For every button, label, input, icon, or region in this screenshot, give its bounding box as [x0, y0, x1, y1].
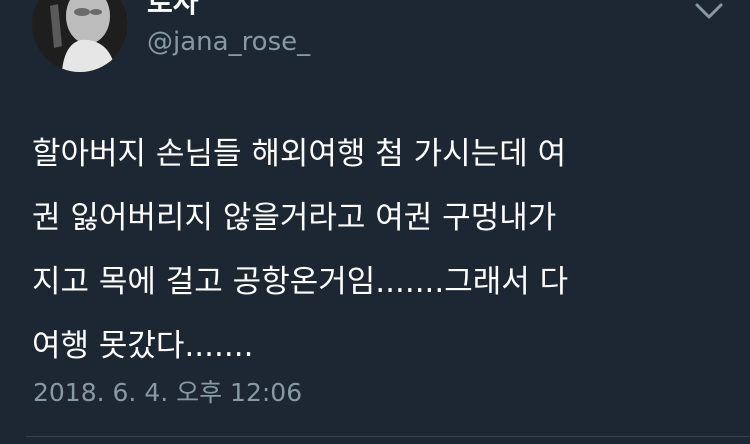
divider	[26, 436, 750, 437]
avatar[interactable]	[32, 0, 128, 72]
tweet-card: 로사 @jana_rose_ 할아버지 손님들 해외여행 첨 가시는데 여 권 …	[0, 0, 750, 444]
chevron-down-icon[interactable]	[692, 0, 726, 24]
tweet-text-line: 지고 목에 걸고 공항온거임.......그래서 다	[32, 264, 569, 300]
avatar-image	[32, 0, 128, 72]
tweet-text-line: 할아버지 손님들 해외여행 첨 가시는데 여	[32, 136, 567, 172]
display-name[interactable]: 로사	[147, 0, 199, 20]
tweet-timestamp[interactable]: 2018. 6. 4. 오후 12:06	[33, 376, 302, 410]
tweet-text: 할아버지 손님들 해외여행 첨 가시는데 여 권 잃어버리지 않을거라고 여권 …	[32, 122, 722, 378]
tweet-text-line: 권 잃어버리지 않을거라고 여권 구멍내가	[32, 200, 557, 236]
user-handle[interactable]: @jana_rose_	[147, 26, 310, 58]
tweet-text-line: 여행 못갔다.......	[32, 328, 254, 364]
